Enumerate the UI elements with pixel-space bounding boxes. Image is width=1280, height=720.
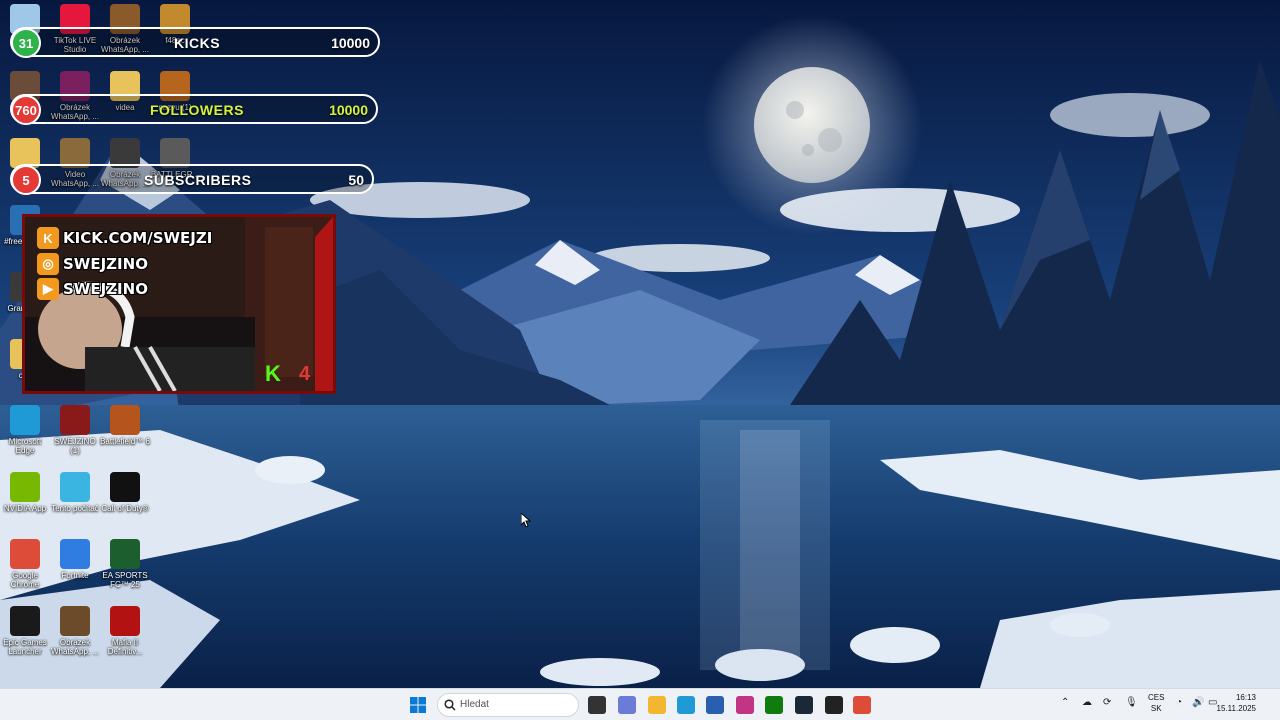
onedrive-icon[interactable]: ☁ xyxy=(1082,697,1092,708)
epic-games-icon xyxy=(10,606,40,636)
this-pc-icon xyxy=(60,472,90,502)
subscribers-goal-title: SUBSCRIBERS xyxy=(144,172,252,188)
microphone-icon[interactable]: 🎙 xyxy=(1125,697,1138,708)
taskbar-search-box[interactable]: Hledat xyxy=(437,693,579,717)
chevron-up-icon[interactable]: ⌃ xyxy=(1061,697,1069,708)
desktop-icon-label: Tento počítač xyxy=(51,504,99,513)
fortnite-icon xyxy=(60,539,90,569)
wifi-icon[interactable]: ◔ xyxy=(1176,697,1182,708)
kicks-goal-title: KICKS xyxy=(174,35,221,51)
start-button[interactable] xyxy=(410,697,426,713)
kicks-goal-target: 10000 xyxy=(331,35,370,51)
obs-icon[interactable] xyxy=(825,696,843,714)
chrome-icon xyxy=(10,539,40,569)
language-primary: CES xyxy=(1148,693,1165,702)
desktop-icon-label: Battlefield™ 6 xyxy=(100,437,150,446)
search-icon xyxy=(444,699,456,711)
desktop-icon-21[interactable]: Google Chrome xyxy=(0,539,50,589)
kick-icon: K xyxy=(37,227,59,249)
kick-social-link: K KICK.COM/SWEJZI xyxy=(37,227,212,249)
desktop-icon-label: Obrázek WhatsApp, ... xyxy=(50,638,100,656)
edge-icon[interactable] xyxy=(677,696,695,714)
mafia-icon xyxy=(110,606,140,636)
kick-social-text: KICK.COM/SWEJZI xyxy=(63,229,213,247)
kicks-count-badge: 31 xyxy=(11,28,41,58)
desktop-icon-19[interactable]: Tento počítač xyxy=(50,472,100,513)
desktop-icon-label: Call of Duty® xyxy=(101,504,149,513)
call-of-duty-icon xyxy=(110,472,140,502)
desktop-icon-25[interactable]: Obrázek WhatsApp, ... xyxy=(50,606,100,656)
battlefield-icon xyxy=(110,405,140,435)
followers-goal-bar: 760 FOLLOWERS 10000 xyxy=(10,94,378,125)
youtube-social-link: ▶ SWEJZINO xyxy=(37,278,148,300)
taskbar: Hledat ⌃ ☁ ⟳ 🎙 CES SK ◔ 🔊 ▭ 16:13 15.11.… xyxy=(0,688,1280,720)
edge-icon xyxy=(10,405,40,435)
mouse-cursor-icon xyxy=(521,513,531,527)
volume-icon[interactable]: 🔊 xyxy=(1192,697,1204,708)
desktop-icon-label: NVIDIA App xyxy=(3,504,47,513)
desktop-icon-22[interactable]: Fortnite xyxy=(50,539,100,580)
sync-icon[interactable]: ⟳ xyxy=(1103,697,1111,708)
clock-time: 16:13 xyxy=(1235,693,1256,702)
desktop-icon-16[interactable]: SWEJZINO (1) xyxy=(50,405,100,455)
ea-fc-icon xyxy=(110,539,140,569)
desktop-icon-18[interactable]: NVIDIA App xyxy=(0,472,50,513)
desktop-icon-15[interactable]: Microsoft Edge xyxy=(0,405,50,455)
kick-badge-letter: K xyxy=(265,361,281,386)
task-view-icon[interactable] xyxy=(588,696,606,714)
file-explorer-icon[interactable] xyxy=(648,696,666,714)
followers-count-badge: 760 xyxy=(11,95,41,125)
kick-badge-number: 4 xyxy=(299,363,311,385)
desktop-icon-label: Google Chrome xyxy=(10,571,40,589)
taskbar-clock[interactable]: 16:13 15.11.2025 xyxy=(1217,692,1256,714)
instagram-icon: ◎ xyxy=(37,253,59,275)
desktop-icon-label: Fortnite xyxy=(61,571,89,580)
kicks-goal-bar: 31 KICKS 10000 xyxy=(10,27,380,58)
youtube-icon: ▶ xyxy=(37,278,59,300)
language-indicator[interactable]: CES SK xyxy=(1148,692,1164,714)
steam-icon[interactable] xyxy=(795,696,813,714)
clock-date: 15.11.2025 xyxy=(1216,704,1256,713)
desktop-icon-26[interactable]: Mafia II Definitiv... xyxy=(100,606,150,656)
image-file-icon xyxy=(60,606,90,636)
chrome-icon[interactable] xyxy=(853,696,871,714)
desktop-icon-24[interactable]: Epic Games Launcher xyxy=(0,606,50,656)
instagram-social-link: ◎ SWEJZINO xyxy=(37,253,148,275)
desktop-icon-23[interactable]: EA SPORTS FC™ 25 xyxy=(100,539,150,589)
instagram-icon[interactable] xyxy=(736,696,754,714)
search-placeholder: Hledat xyxy=(460,699,489,710)
desktop-icon-label: Epic Games Launcher xyxy=(3,638,47,656)
desktop-icon-label: SWEJZINO (1) xyxy=(54,437,96,455)
nvidia-icon xyxy=(10,472,40,502)
desktop-icon-17[interactable]: Battlefield™ 6 xyxy=(100,405,150,446)
store-icon[interactable] xyxy=(706,696,724,714)
desktop-icon-label: EA SPORTS FC™ 25 xyxy=(102,571,148,589)
subscribers-goal-target: 50 xyxy=(348,172,364,188)
desktop-icon-20[interactable]: Call of Duty® xyxy=(100,472,150,513)
xbox-icon[interactable] xyxy=(765,696,783,714)
copilot-icon[interactable] xyxy=(618,696,636,714)
language-secondary: SK xyxy=(1150,704,1162,713)
subscribers-goal-bar: 5 SUBSCRIBERS 50 xyxy=(10,164,374,195)
followers-goal-target: 10000 xyxy=(329,102,368,118)
followers-goal-title: FOLLOWERS xyxy=(150,102,244,118)
webcam-overlay: K KICK.COM/SWEJZI ◎ SWEJZINO ▶ SWEJZINO … xyxy=(22,214,336,394)
image-file-icon xyxy=(60,405,90,435)
youtube-social-text: SWEJZINO xyxy=(63,280,148,298)
desktop-icon-label: Microsoft Edge xyxy=(8,437,42,455)
subscribers-count-badge: 5 xyxy=(11,165,41,195)
desktop-icon-label: Mafia II Definitiv... xyxy=(107,638,143,656)
instagram-social-text: SWEJZINO xyxy=(63,255,148,273)
